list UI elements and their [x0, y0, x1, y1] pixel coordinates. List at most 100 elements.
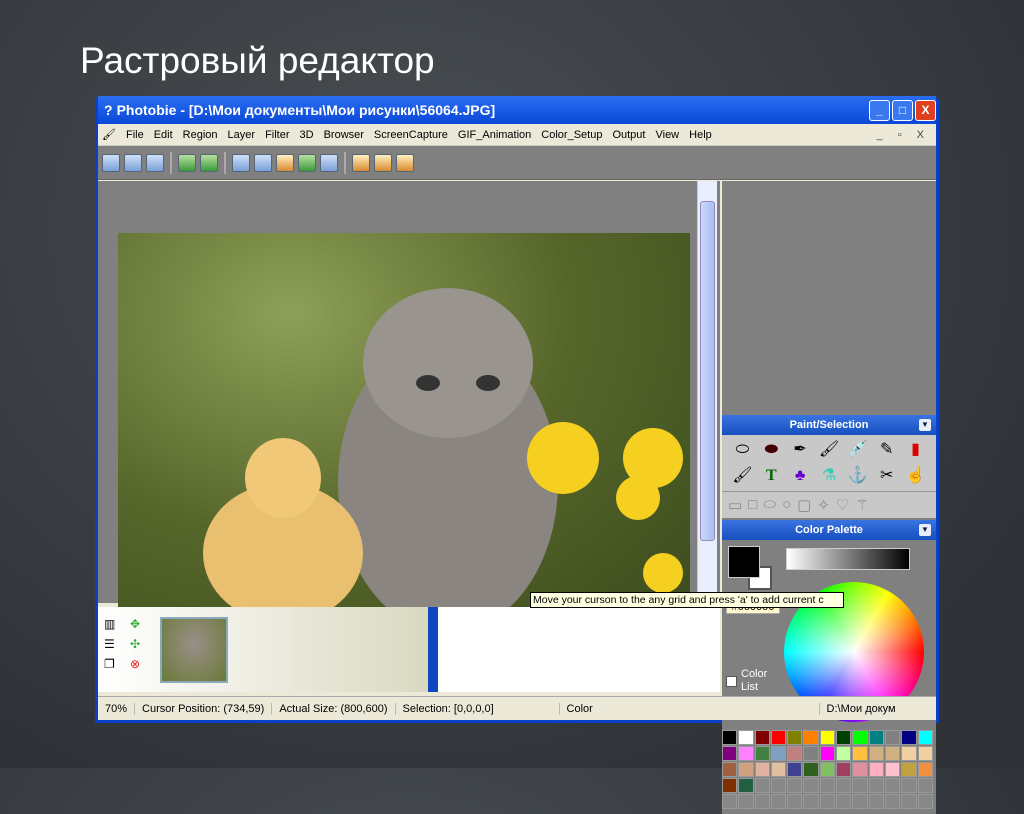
copy-icon[interactable] — [254, 153, 272, 172]
palette-swatch[interactable] — [754, 794, 770, 809]
palette-swatch[interactable] — [738, 762, 754, 777]
palette-swatch[interactable] — [754, 746, 770, 761]
scroll-thumb[interactable] — [700, 201, 715, 541]
menu-color-setup[interactable]: Color_Setup — [541, 129, 602, 141]
pen-icon[interactable]: ✒ — [786, 439, 815, 461]
palette-swatch[interactable] — [787, 762, 803, 777]
palette-swatch[interactable] — [819, 730, 836, 745]
ellipse-select-icon[interactable]: ⬭ — [763, 496, 776, 514]
palette-swatch[interactable] — [722, 794, 738, 809]
rect-select-icon[interactable]: ▭ — [728, 496, 742, 514]
paint-selection-header[interactable]: Paint/Selection ▼ — [722, 415, 936, 435]
crop-icon[interactable] — [232, 153, 250, 172]
palette-swatch[interactable] — [738, 778, 754, 793]
zoom-fit-icon[interactable] — [396, 153, 414, 172]
save-icon[interactable] — [146, 153, 164, 172]
minimize-button[interactable]: _ — [869, 99, 890, 121]
palette-swatch[interactable] — [884, 730, 901, 745]
palette-swatch[interactable] — [917, 730, 933, 745]
palette-swatch[interactable] — [901, 730, 917, 745]
mdi-controls[interactable]: _ ▫ X — [877, 129, 930, 141]
palette-swatch[interactable] — [819, 746, 836, 761]
open-icon[interactable] — [124, 153, 142, 172]
palette-swatch[interactable] — [917, 794, 933, 809]
palette-swatch[interactable] — [852, 746, 868, 761]
palette-swatch[interactable] — [917, 762, 933, 777]
splitter[interactable] — [428, 607, 438, 692]
vertical-scrollbar[interactable] — [697, 181, 717, 603]
menu-layer[interactable]: Layer — [228, 129, 256, 141]
palette-swatch[interactable] — [803, 730, 819, 745]
canvas-area[interactable] — [98, 181, 720, 633]
color-list-checkbox[interactable] — [726, 675, 737, 687]
palette-swatch[interactable] — [884, 762, 901, 777]
shrink-icon[interactable]: ✣ — [130, 637, 150, 651]
tile-icon[interactable]: ▥ — [104, 617, 124, 631]
clone-icon[interactable]: ✂ — [872, 465, 901, 487]
undo-icon[interactable] — [178, 153, 196, 172]
palette-swatch[interactable] — [868, 778, 884, 793]
palette-swatch[interactable] — [884, 778, 901, 793]
palette-swatch[interactable] — [770, 778, 787, 793]
palette-swatch[interactable] — [836, 778, 852, 793]
fill-icon[interactable]: ▮ — [901, 439, 930, 461]
polygon-select-icon[interactable]: ♡ — [836, 496, 849, 514]
palette-swatch[interactable] — [738, 730, 754, 745]
dropper-icon[interactable]: 💉 — [843, 439, 872, 461]
palette-swatch[interactable] — [722, 762, 738, 777]
ellipse-fill-icon[interactable]: ⬬ — [757, 439, 786, 461]
palette-swatch[interactable] — [884, 794, 901, 809]
menu-gif-animation[interactable]: GIF_Animation — [458, 129, 531, 141]
palette-swatch[interactable] — [787, 730, 803, 745]
zoom-in-icon[interactable] — [352, 153, 370, 172]
palette-swatch[interactable] — [787, 794, 803, 809]
zoom-out-icon[interactable] — [374, 153, 392, 172]
palette-swatch[interactable] — [770, 762, 787, 777]
menu-output[interactable]: Output — [612, 129, 645, 141]
palette-swatch[interactable] — [868, 730, 884, 745]
ellipse-outline-icon[interactable]: ⬭ — [728, 439, 757, 461]
collapse-icon[interactable]: ▼ — [919, 524, 931, 536]
brightness-slider[interactable] — [786, 548, 910, 570]
menu-file[interactable]: File — [126, 129, 144, 141]
new-icon[interactable] — [102, 153, 120, 172]
gradient-icon[interactable]: ⚗ — [815, 465, 844, 487]
palette-swatch[interactable] — [803, 746, 819, 761]
image-canvas[interactable] — [118, 233, 690, 633]
menu-help[interactable]: Help — [689, 129, 712, 141]
clipboard-icon[interactable] — [320, 153, 338, 172]
palette-swatch[interactable] — [852, 778, 868, 793]
palette-swatch[interactable] — [738, 746, 754, 761]
close-button[interactable]: X — [915, 99, 936, 121]
palette-swatch[interactable] — [901, 746, 917, 761]
color-list-toggle[interactable]: Color List — [726, 668, 775, 694]
magic-wand-icon[interactable]: ⚚ — [855, 496, 868, 514]
palette-swatch[interactable] — [917, 778, 933, 793]
palette-swatch[interactable] — [836, 746, 852, 761]
palette-swatch[interactable] — [901, 778, 917, 793]
menu-3d[interactable]: 3D — [300, 129, 314, 141]
collapse-icon[interactable]: ▼ — [919, 419, 931, 431]
palette-swatch[interactable] — [836, 762, 852, 777]
menu-browser[interactable]: Browser — [324, 129, 364, 141]
paintbrush-icon[interactable]: 🖌 — [728, 465, 757, 487]
color-palette-header[interactable]: Color Palette ▼ — [722, 520, 936, 540]
palette-swatch[interactable] — [868, 794, 884, 809]
palette-swatch[interactable] — [819, 794, 836, 809]
anchor-icon[interactable]: ⚓ — [843, 465, 872, 487]
palette-swatch[interactable] — [884, 746, 901, 761]
palette-swatch[interactable] — [819, 778, 836, 793]
menu-region[interactable]: Region — [183, 129, 218, 141]
palette-swatch[interactable] — [852, 794, 868, 809]
palette-swatch[interactable] — [901, 762, 917, 777]
paste-icon[interactable] — [298, 153, 316, 172]
image-thumbnail[interactable] — [160, 617, 228, 683]
palette-swatch[interactable] — [722, 746, 738, 761]
foreground-color-swatch[interactable] — [728, 546, 760, 578]
palette-swatch[interactable] — [836, 730, 852, 745]
expand-icon[interactable]: ✥ — [130, 617, 150, 631]
palette-swatch[interactable] — [722, 730, 738, 745]
menu-view[interactable]: View — [655, 129, 679, 141]
palette-swatch[interactable] — [819, 762, 836, 777]
rounded-select-icon[interactable]: ▢ — [797, 496, 811, 514]
